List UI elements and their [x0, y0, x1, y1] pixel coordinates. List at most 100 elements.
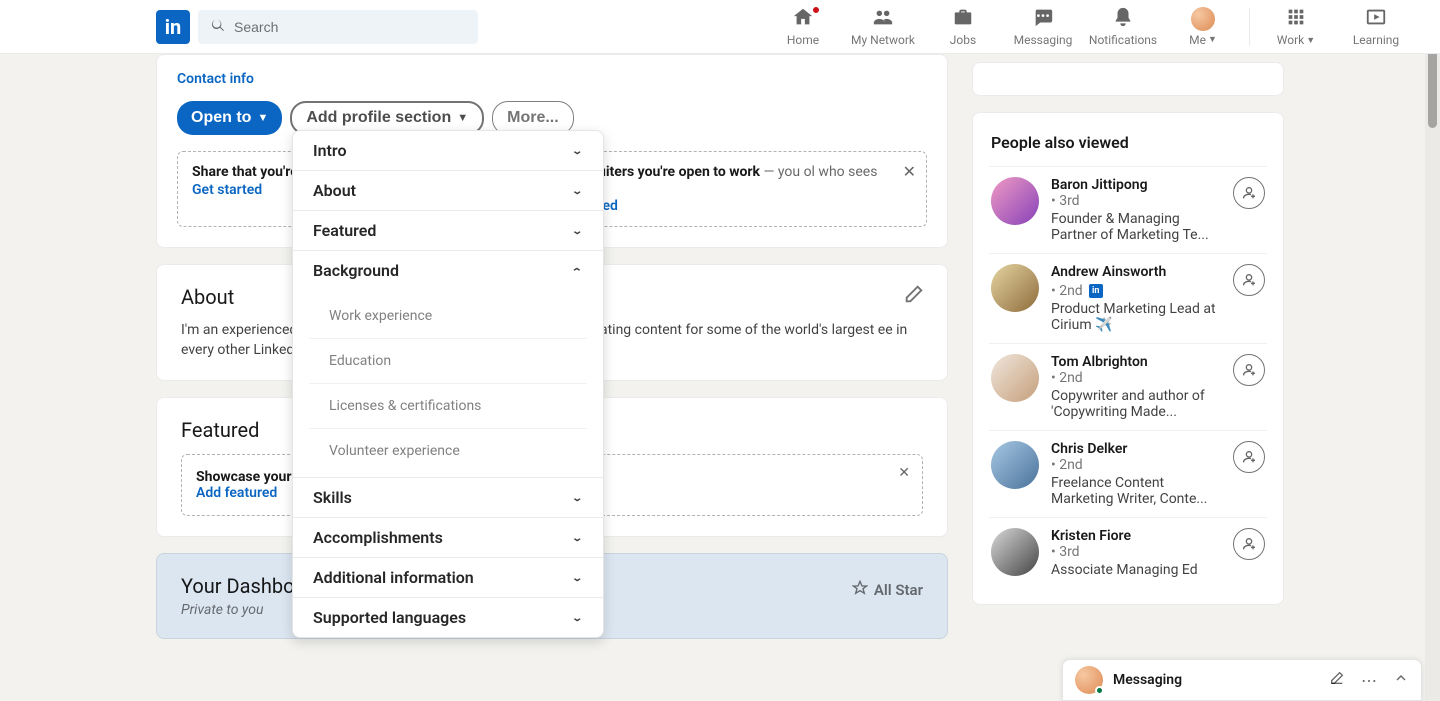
dd-addl-label: Additional information — [313, 568, 474, 587]
pv-degree: • 2nd — [1051, 283, 1083, 299]
dd-volunteer[interactable]: Volunteer experience — [309, 429, 587, 473]
connect-icon[interactable] — [1233, 264, 1265, 296]
pv-item[interactable]: Chris Delker • 2nd Freelance Content Mar… — [989, 430, 1267, 517]
chevron-up-icon[interactable] — [1393, 670, 1409, 690]
pv-name: Baron Jittipong — [1051, 177, 1221, 193]
pv-name: Tom Albrighton — [1051, 354, 1221, 370]
chevron-down-icon: ⌄ — [571, 185, 583, 196]
people-also-viewed: People also viewed Baron Jittipong • 3rd… — [972, 112, 1284, 605]
chevron-down-icon: ⌄ — [571, 612, 583, 623]
nav-messaging[interactable]: Messaging — [1003, 0, 1083, 54]
avatar — [991, 177, 1039, 225]
bell-icon — [1112, 6, 1134, 31]
scrollbar[interactable] — [1425, 0, 1440, 701]
caret-down-icon: ▼ — [457, 112, 468, 124]
nav-learning[interactable]: Learning — [1336, 0, 1416, 54]
pv-name: Andrew Ainsworth — [1051, 264, 1221, 280]
pv-item[interactable]: Tom Albrighton • 2nd Copywriter and auth… — [989, 343, 1267, 430]
allstar-label: All Star — [874, 581, 923, 599]
dd-featured[interactable]: Featured ⌄ — [293, 211, 603, 251]
nav-me-label: Me — [1189, 33, 1206, 47]
close-icon[interactable]: ✕ — [903, 162, 916, 181]
chevron-down-icon: ⌄ — [571, 572, 583, 583]
nav-me[interactable]: Me▼ — [1163, 0, 1243, 54]
nav-network-label: My Network — [851, 33, 915, 47]
presence-dot — [1095, 686, 1104, 695]
nav-jobs[interactable]: Jobs — [923, 0, 1003, 54]
grid-icon — [1285, 6, 1307, 31]
star-icon — [852, 580, 868, 600]
network-icon — [872, 6, 894, 31]
search-input[interactable] — [234, 19, 470, 35]
linkedin-badge-icon: in — [1089, 284, 1103, 298]
add-featured-link[interactable]: Add featured — [196, 485, 277, 501]
pv-item[interactable]: Baron Jittipong • 3rd Founder & Managing… — [989, 166, 1267, 253]
nav-notifications-label: Notifications — [1089, 33, 1157, 47]
msg-avatar — [1075, 666, 1103, 694]
dd-intro[interactable]: Intro ⌄ — [293, 131, 603, 171]
dd-accomp-label: Accomplishments — [313, 528, 443, 547]
pv-degree: • 2nd — [1051, 457, 1221, 473]
nav-home[interactable]: Home — [763, 0, 843, 54]
aside-top-card — [972, 62, 1284, 96]
connect-icon[interactable] — [1233, 528, 1265, 560]
linkedin-logo[interactable]: in — [156, 10, 190, 44]
caret-down-icon: ▼ — [1208, 34, 1217, 45]
nav-divider — [1249, 8, 1250, 46]
pv-desc: Product Marketing Lead at Cirium ✈️ — [1051, 301, 1221, 333]
pv-name: Chris Delker — [1051, 441, 1221, 457]
more-icon[interactable]: ⋯ — [1361, 671, 1377, 690]
avatar — [991, 441, 1039, 489]
pv-item[interactable]: Andrew Ainsworth • 2nd in Product Market… — [989, 253, 1267, 343]
dd-background-label: Background — [313, 261, 399, 280]
dd-accomplishments[interactable]: Accomplishments ⌄ — [293, 518, 603, 558]
chevron-down-icon: ⌄ — [571, 145, 583, 156]
chevron-down-icon: ⌄ — [571, 492, 583, 503]
nav-items: Home My Network Jobs Messaging Notificat… — [763, 0, 1416, 54]
pv-desc: Founder & Managing Partner of Marketing … — [1051, 211, 1221, 243]
home-badge — [811, 5, 821, 15]
dd-about[interactable]: About ⌄ — [293, 171, 603, 211]
search-icon — [210, 17, 226, 37]
dd-work-experience[interactable]: Work experience — [309, 294, 587, 339]
search-bar[interactable] — [198, 10, 478, 44]
pv-degree: • 3rd — [1051, 193, 1221, 209]
open-to-work-callout: ✕ recruiters you're open to work — you o… — [558, 151, 927, 227]
global-nav: in Home My Network Jobs — [0, 0, 1440, 54]
chevron-up-icon: ⌄ — [571, 265, 583, 276]
nav-work[interactable]: Work▼ — [1256, 0, 1336, 54]
pencil-icon[interactable] — [903, 283, 925, 310]
open-to-label: Open to — [191, 109, 251, 127]
dd-background[interactable]: Background ⌄ — [293, 251, 603, 290]
caret-down-icon: ▼ — [257, 112, 268, 124]
connect-icon[interactable] — [1233, 177, 1265, 209]
close-icon[interactable]: ✕ — [898, 465, 910, 481]
dd-supported-languages[interactable]: Supported languages ⌄ — [293, 598, 603, 637]
compose-icon[interactable] — [1329, 670, 1345, 690]
featured-show: Showcase your — [196, 469, 291, 485]
nav-network[interactable]: My Network — [843, 0, 923, 54]
messaging-overlay[interactable]: Messaging ⋯ — [1062, 659, 1422, 701]
started-link[interactable]: started — [573, 198, 892, 214]
avatar — [991, 354, 1039, 402]
dd-skills[interactable]: Skills ⌄ — [293, 477, 603, 518]
caret-down-icon: ▼ — [1306, 35, 1315, 46]
pv-degree: • 2nd — [1051, 370, 1221, 386]
jobs-icon — [952, 6, 974, 31]
nav-notifications[interactable]: Notifications — [1083, 0, 1163, 54]
contact-info-link[interactable]: Contact info — [177, 71, 927, 87]
connect-icon[interactable] — [1233, 441, 1265, 473]
dd-skills-label: Skills — [313, 488, 352, 507]
dd-about-label: About — [313, 181, 356, 200]
dd-lang-label: Supported languages — [313, 608, 466, 627]
dd-education[interactable]: Education — [309, 339, 587, 384]
connect-icon[interactable] — [1233, 354, 1265, 386]
dd-featured-label: Featured — [313, 221, 376, 240]
dd-licenses[interactable]: Licenses & certifications — [309, 384, 587, 429]
pv-item[interactable]: Kristen Fiore • 3rd Associate Managing E… — [989, 517, 1267, 588]
dd-additional-info[interactable]: Additional information ⌄ — [293, 558, 603, 598]
chevron-down-icon: ⌄ — [571, 532, 583, 543]
nav-home-label: Home — [787, 33, 819, 47]
open-to-button[interactable]: Open to ▼ — [177, 101, 282, 135]
pv-desc: Copywriter and author of 'Copywriting Ma… — [1051, 388, 1221, 420]
